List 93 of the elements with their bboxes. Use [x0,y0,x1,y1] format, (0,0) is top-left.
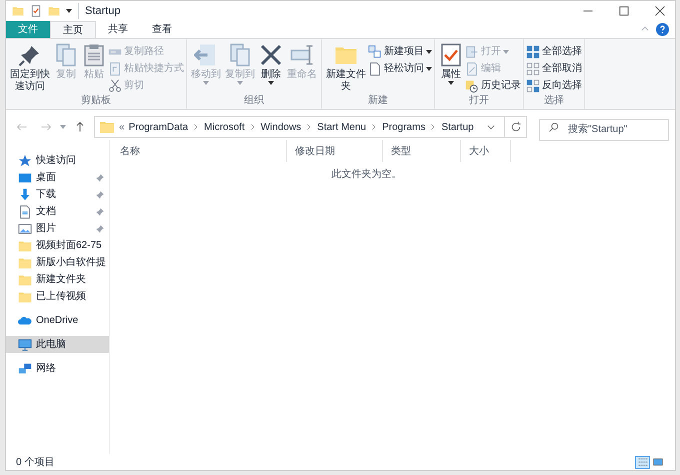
folder-icon [12,5,24,17]
up-arrow-icon [74,121,86,133]
breadcrumb[interactable]: Start Menu [317,120,366,134]
checkmark-document-icon [30,5,42,17]
star-icon [18,154,32,168]
search-icon [548,121,560,133]
ribbon-button[interactable]: 新建文件夹 [324,39,368,94]
pin-icon [18,43,42,67]
group-label: 新建 [367,94,389,107]
folder-icon [48,5,60,17]
move-icon [194,43,218,67]
edit-icon [465,62,479,76]
back-arrow-icon [16,121,28,133]
rename-icon [290,43,314,67]
folder-icon [18,256,32,270]
nav-item[interactable]: 文档 [6,203,109,220]
select-all-icon [526,44,540,58]
address-bar[interactable]: « ProgramData Microsoft Windows Start Menu Programs Startup [94,116,527,138]
ribbon-tab[interactable]: 共享 [96,21,140,38]
breadcrumb[interactable]: Startup [441,120,474,134]
nav-item[interactable]: 视频封面62-75 [6,237,109,254]
help-icon [656,23,669,36]
ribbon-button[interactable]: 属性 [437,39,465,94]
group-label: 剪贴板 [80,94,112,107]
ribbon-button[interactable]: 反向选择 [526,77,582,94]
ribbon-button[interactable]: 历史记录 [465,77,521,94]
ribbon-button[interactable]: 轻松访问 [368,60,432,77]
ribbon-button[interactable]: 删除 [257,39,285,94]
shortcut-icon [108,62,122,76]
close-icon [654,5,666,17]
chevron-right-icon [248,123,257,131]
overflow-chevron[interactable]: « [119,120,125,134]
group-label: 组织 [243,94,265,107]
breadcrumb[interactable]: Windows [260,120,302,134]
invert-selection-icon [526,78,540,92]
maximize-icon [618,5,630,17]
delete-icon [259,43,283,67]
nav-item[interactable]: OneDrive [6,312,109,329]
refresh-icon [510,121,522,133]
folder-icon [18,272,32,286]
ribbon-button[interactable]: 固定到快速访问 [8,39,52,94]
nav-item[interactable]: 新建文件夹 [6,271,109,288]
column-header[interactable]: 名称 [112,140,287,162]
empty-folder-message: 此文件夹为空。 [332,168,402,182]
group-label: 选择 [543,94,565,107]
desktop-icon [18,170,32,184]
picture-icon [18,222,32,236]
nav-item[interactable]: 此电脑 [6,336,109,353]
details-view-button[interactable] [635,456,650,468]
clipboard-icon [82,43,106,67]
download-arrow-icon [18,188,32,202]
ribbon-tab[interactable]: 查看 [140,21,184,38]
nav-item[interactable]: 网络 [6,360,109,377]
thumbnail-view-icon [652,457,662,467]
breadcrumb[interactable]: ProgramData [128,120,188,134]
item-count: 0 个项目 [16,456,54,470]
copy-icon [54,43,78,67]
ribbon-button[interactable]: 全部选择 [526,43,582,60]
document-icon [368,62,382,76]
folder-icon [18,290,32,304]
computer-icon [18,338,32,352]
breadcrumb[interactable]: Microsoft [204,120,245,134]
column-header[interactable]: 修改日期 [287,140,383,162]
forward-arrow-icon [40,121,52,133]
select-none-icon [526,62,540,76]
checkmark-document-icon [439,43,463,67]
ribbon-button[interactable]: 新建项目 [368,43,432,60]
new-item-icon [368,44,382,58]
network-icon [18,362,32,376]
search-field[interactable]: 搜索"Startup" [539,118,669,140]
scissors-icon [108,78,122,92]
folder-icon [99,119,115,135]
history-icon [465,78,479,92]
ribbon-button[interactable]: 全部取消 [526,60,582,77]
folder-icon [18,238,32,252]
caret-icon [66,9,72,13]
nav-item[interactable]: 下载 [6,186,109,203]
column-header[interactable]: 类型 [383,140,461,162]
breadcrumb[interactable]: Programs [382,120,426,134]
copy-icon [228,43,252,67]
group-label: 打开 [468,94,490,107]
nav-item[interactable]: 桌面 [6,169,109,186]
nav-item[interactable]: 新版小白软件提 [6,254,109,271]
document-icon [18,204,32,218]
open-icon [465,44,479,58]
nav-item[interactable]: 已上传视频 [6,288,109,305]
details-view-icon [638,457,648,467]
ribbon-tab[interactable]: 主页 [50,21,96,38]
caret-icon [60,125,66,129]
nav-item[interactable]: 快速访问 [6,152,109,169]
window-title: Startup [78,2,120,20]
nav-item[interactable]: 图片 [6,220,109,237]
column-header[interactable]: 大小 [461,140,511,162]
